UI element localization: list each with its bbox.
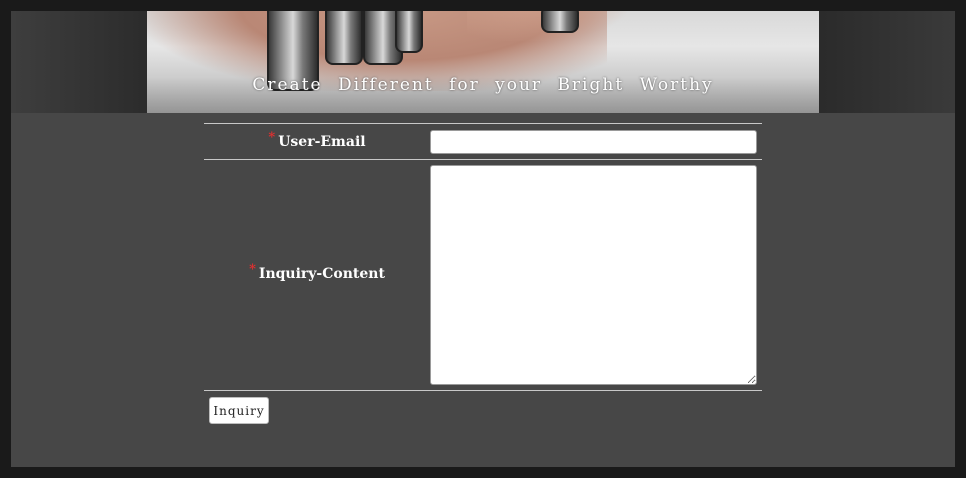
inquiry-button[interactable]: Inquiry (209, 397, 269, 424)
content-label: * Inquiry-Content (204, 262, 430, 282)
inquiry-form: * User-Email * Inquiry-Content Inquiry (204, 123, 762, 440)
email-row: * User-Email (204, 123, 762, 159)
banner-image: Create Different for your Bright Worthy (147, 11, 819, 113)
email-label-text: User-Email (278, 134, 366, 150)
banner-band: Create Different for your Bright Worthy (11, 11, 955, 113)
email-label: * User-Email (204, 130, 430, 150)
content-textarea[interactable] (430, 165, 757, 385)
page-frame: Create Different for your Bright Worthy … (11, 11, 955, 467)
banner-ring (541, 11, 579, 33)
banner-ring (395, 11, 423, 53)
banner-ring (325, 11, 363, 65)
submit-row: Inquiry (204, 390, 762, 440)
required-marker: * (249, 262, 256, 277)
banner-slogan: Create Different for your Bright Worthy (252, 75, 714, 95)
required-marker: * (268, 130, 276, 145)
email-field[interactable] (430, 130, 757, 154)
content-label-text: Inquiry-Content (258, 266, 385, 282)
content-row: * Inquiry-Content (204, 159, 762, 390)
